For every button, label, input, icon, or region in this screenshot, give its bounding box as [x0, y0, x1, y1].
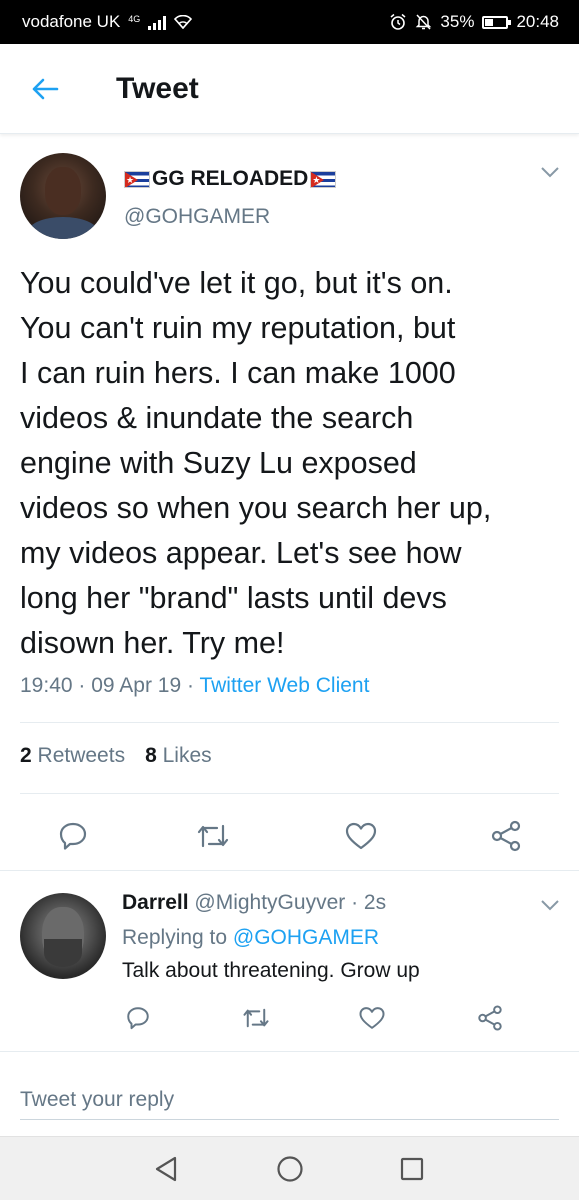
- reply-like-button[interactable]: [357, 1003, 387, 1033]
- reply-icon: [127, 1007, 149, 1030]
- like-button[interactable]: [343, 818, 379, 854]
- reply-tweet[interactable]: Darrell @MightyGuyver · 2s Replying to @…: [0, 871, 579, 1051]
- reply-display-name[interactable]: Darrell: [122, 891, 189, 914]
- mute-bell-icon: [416, 14, 432, 30]
- page-title: Tweet: [116, 71, 199, 105]
- like-icon: [359, 1007, 385, 1029]
- reply-share-button[interactable]: [475, 1003, 505, 1033]
- tweet-author: GG RELOADED @GOHGAMER: [20, 153, 560, 243]
- signal-icon: [148, 14, 167, 30]
- reply-text: Talk about threatening. Grow up: [122, 959, 420, 982]
- meta-dot: ·: [351, 891, 364, 914]
- nav-back-icon: [155, 1156, 177, 1182]
- cuba-flag-icon: [124, 170, 150, 188]
- replying-to: Replying to @GOHGAMER: [122, 926, 379, 950]
- likes-label: Likes: [162, 744, 212, 767]
- reply-icon: [59, 822, 87, 850]
- battery-icon: [482, 15, 512, 29]
- back-arrow-icon: [32, 78, 59, 99]
- tweet-actions: [0, 800, 579, 870]
- network-type: 4G: [128, 14, 141, 24]
- display-name[interactable]: GG RELOADED: [124, 167, 337, 191]
- reply-button[interactable]: [55, 818, 91, 854]
- tweet-client-link[interactable]: Twitter Web Client: [199, 674, 369, 697]
- android-nav-bar: [0, 1136, 579, 1200]
- status-time: 20:48: [516, 12, 559, 31]
- status-right: 35% 20:48: [389, 12, 559, 32]
- likes-count: 8: [145, 744, 157, 767]
- replying-prefix: Replying to: [122, 926, 228, 949]
- nav-back-button[interactable]: [146, 1151, 186, 1187]
- reply-composer: [0, 1052, 579, 1136]
- nav-recents-button[interactable]: [392, 1151, 432, 1187]
- divider: [20, 793, 559, 794]
- retweet-button[interactable]: [195, 818, 231, 854]
- status-bar: vodafone UK 4G 35% 20:48: [0, 0, 579, 44]
- replying-mention[interactable]: @GOHGAMER: [233, 926, 379, 949]
- share-icon: [478, 1005, 502, 1031]
- cuba-flag-icon: [310, 170, 337, 188]
- tweet-text: You could've let it go, but it's on. You…: [20, 266, 492, 660]
- back-button[interactable]: [0, 44, 90, 134]
- reply-reply-button[interactable]: [123, 1003, 153, 1033]
- nav-recents-icon: [400, 1157, 424, 1181]
- meta-dot: ·: [78, 674, 92, 697]
- chevron-down-icon: [541, 167, 559, 178]
- reply-options-button[interactable]: [540, 898, 560, 916]
- tweet-time: 19:40: [20, 674, 73, 697]
- tweet-date: 09 Apr 19: [91, 674, 182, 697]
- divider: [20, 722, 559, 723]
- avatar[interactable]: [20, 153, 106, 239]
- nav-home-button[interactable]: [270, 1151, 310, 1187]
- reply-header: Darrell @MightyGuyver · 2s: [122, 891, 386, 915]
- battery-percent: 35%: [440, 12, 475, 31]
- app-header: Tweet: [0, 44, 579, 134]
- status-left: vodafone UK 4G: [22, 12, 193, 32]
- carrier-name: vodafone UK: [22, 12, 121, 31]
- wifi-icon: [174, 15, 193, 29]
- tweet-options-button[interactable]: [540, 165, 560, 183]
- like-icon: [345, 822, 377, 850]
- reply-input[interactable]: [20, 1080, 559, 1120]
- avatar[interactable]: [20, 893, 106, 979]
- reply-time: 2s: [363, 891, 387, 914]
- retweets-stat[interactable]: 2 Retweets: [20, 744, 125, 768]
- reply-handle[interactable]: @MightyGuyver: [194, 891, 345, 914]
- retweets-label: Retweets: [37, 744, 126, 767]
- likes-stat[interactable]: 8 Likes: [145, 744, 212, 768]
- retweet-icon: [197, 824, 229, 848]
- share-icon: [491, 820, 521, 852]
- display-name-text: GG RELOADED: [152, 167, 309, 190]
- reply-retweet-button[interactable]: [241, 1003, 271, 1033]
- user-handle[interactable]: @GOHGAMER: [124, 205, 270, 229]
- retweets-count: 2: [20, 744, 32, 767]
- tweet-stats: 2 Retweets 8 Likes: [20, 744, 212, 768]
- retweet-icon: [243, 1008, 269, 1028]
- chevron-down-icon: [541, 900, 559, 911]
- alarm-icon: [390, 13, 406, 30]
- meta-dot: ·: [186, 674, 200, 697]
- nav-home-icon: [277, 1156, 303, 1182]
- share-button[interactable]: [488, 818, 524, 854]
- tweet-meta: 19:40 · 09 Apr 19 · Twitter Web Client: [20, 674, 369, 698]
